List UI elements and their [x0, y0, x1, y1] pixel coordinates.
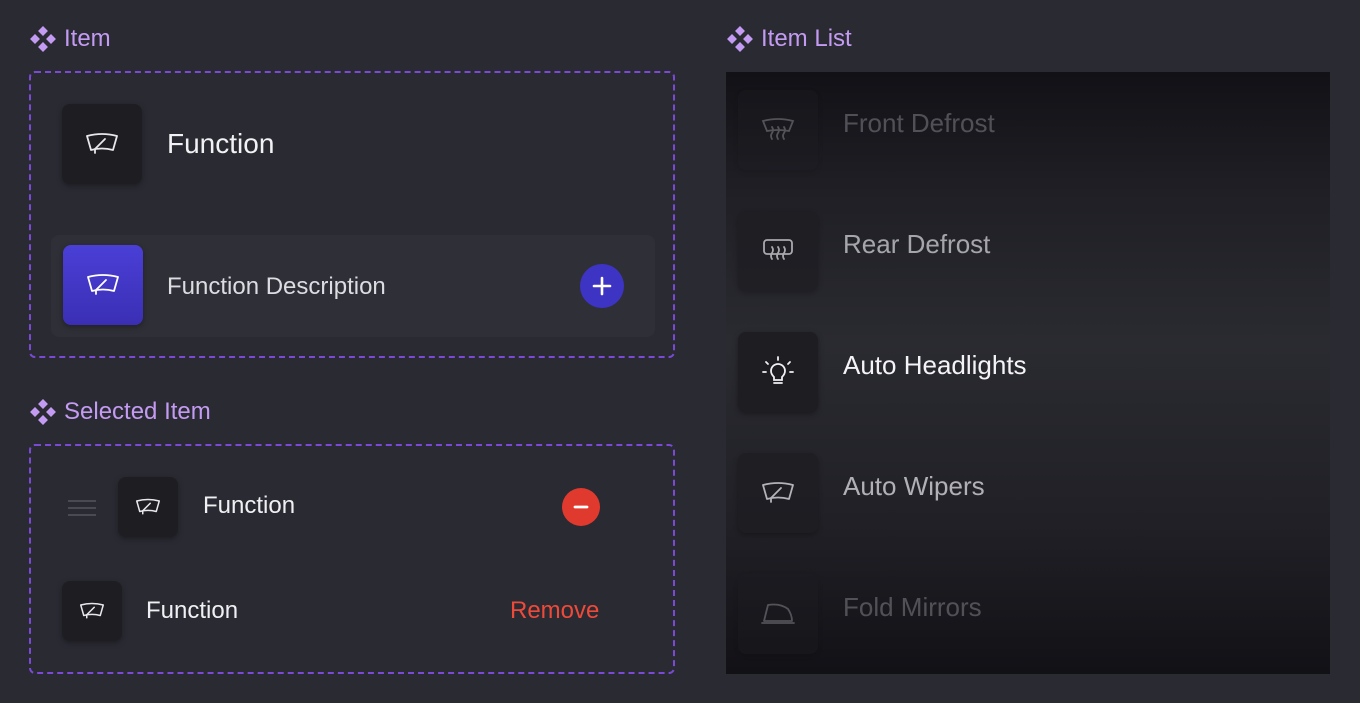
mirror-icon	[761, 603, 795, 624]
wiper-icon	[87, 274, 119, 295]
section-title-selected-item: Selected Item	[30, 398, 211, 426]
list-item-front-defrost[interactable]: Front Defrost	[726, 72, 1330, 191]
selected-row1-label: Function	[203, 492, 296, 519]
section-title-item: Item	[30, 25, 111, 53]
list-item-fold-mirrors[interactable]: Fold Mirrors	[726, 554, 1330, 674]
item-description-label: Function Description	[167, 273, 386, 300]
list-item-auto-wipers[interactable]: Auto Wipers	[726, 433, 1330, 554]
list-item-icon-tile	[738, 574, 818, 654]
component-diamond-icon	[30, 26, 56, 52]
list-item-label: Fold Mirrors	[843, 592, 982, 622]
item-title: Function	[167, 128, 275, 159]
list-item-icon-tile	[738, 211, 818, 291]
list-item-rear-defrost[interactable]: Rear Defrost	[726, 191, 1330, 312]
item-description-icon-tile[interactable]	[63, 245, 143, 325]
component-diamond-icon	[727, 26, 753, 52]
add-button[interactable]	[580, 264, 624, 308]
wiper-icon	[136, 498, 160, 515]
wiper-icon	[762, 482, 794, 503]
selected-item-component-frame: Function Function Remove	[29, 444, 675, 674]
selected-row2-icon-tile	[62, 581, 122, 641]
minus-icon	[573, 505, 589, 509]
drag-handle-icon[interactable]	[68, 500, 96, 516]
list-item-icon-tile	[738, 332, 818, 412]
section-title-item-list-label: Item List	[761, 25, 852, 52]
wiper-icon	[80, 602, 104, 619]
component-diamond-icon	[30, 399, 56, 425]
selected-row2-label: Function	[146, 597, 239, 624]
list-item-label: Auto Headlights	[843, 350, 1027, 380]
item-list-panel[interactable]: Front Defrost Rear Defrost Auto Headligh…	[726, 72, 1330, 674]
list-item-label: Rear Defrost	[843, 229, 991, 259]
remove-text-button[interactable]: Remove	[510, 597, 599, 625]
rear-defrost-icon	[763, 239, 793, 260]
section-title-item-label: Item	[64, 25, 111, 52]
section-title-item-list: Item List	[727, 25, 852, 53]
selected-row1-icon-tile	[118, 477, 178, 537]
item-icon-tile[interactable]	[62, 104, 142, 184]
list-item-label: Front Defrost	[843, 108, 995, 138]
remove-circle-button[interactable]	[562, 488, 600, 526]
headlight-icon	[762, 356, 794, 384]
front-defrost-icon	[761, 118, 795, 140]
list-item-auto-headlights[interactable]: Auto Headlights	[726, 312, 1330, 433]
section-title-selected-item-label: Selected Item	[64, 398, 211, 425]
wiper-icon	[86, 133, 118, 154]
list-item-icon-tile	[738, 90, 818, 170]
plus-icon	[592, 276, 612, 296]
list-item-icon-tile	[738, 453, 818, 533]
list-item-label: Auto Wipers	[843, 471, 985, 501]
item-component-frame: Function Function Description	[29, 71, 675, 358]
item-description-row[interactable]: Function Description	[51, 235, 655, 337]
